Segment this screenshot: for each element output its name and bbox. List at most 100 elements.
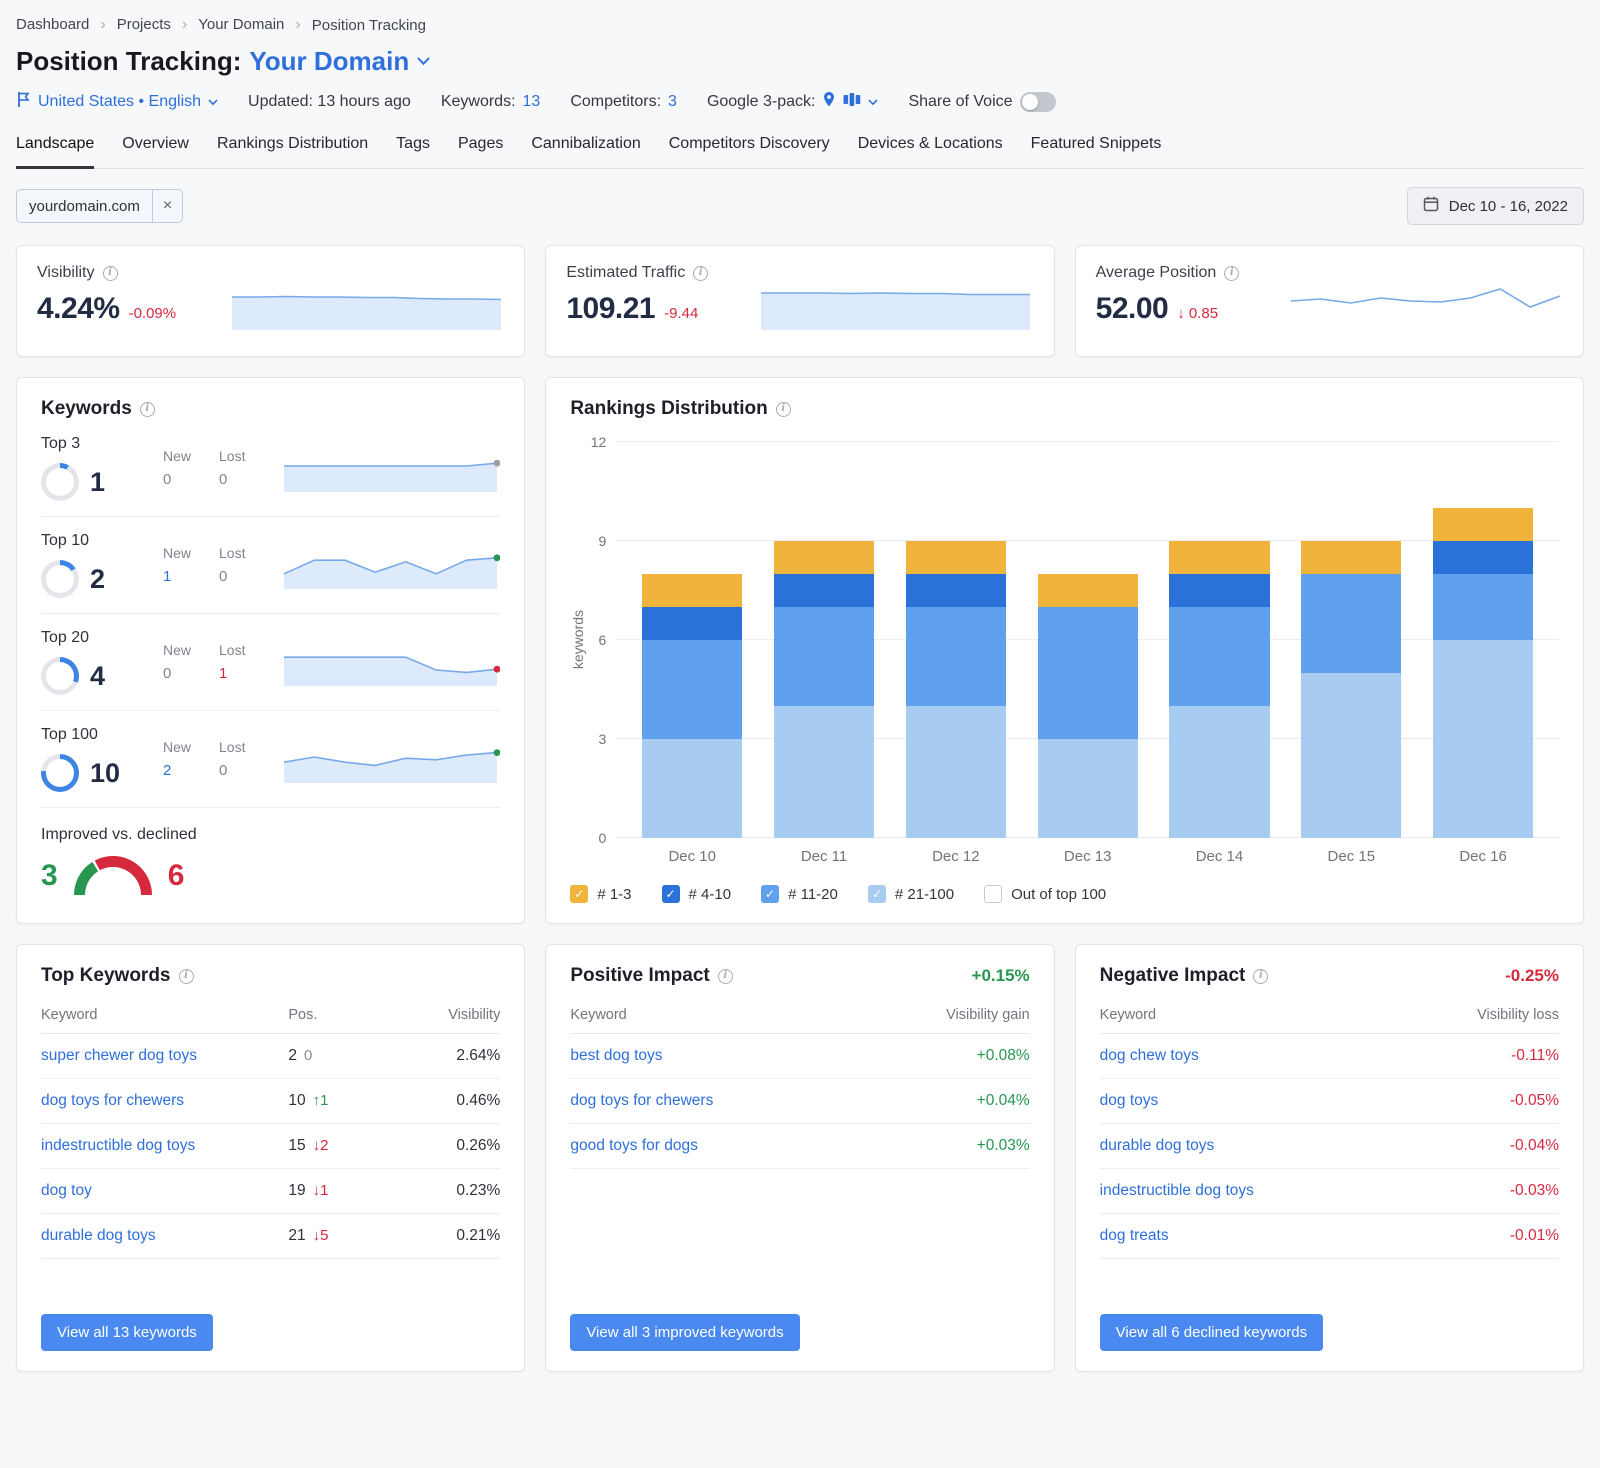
keyword-link[interactable]: dog toys for chewers [41,1092,288,1110]
keyword-link[interactable]: durable dog toys [1100,1137,1215,1155]
tab-landscape[interactable]: Landscape [16,133,94,169]
table-row: good toys for dogs +0.03% [570,1124,1029,1169]
tab-rankings-distribution[interactable]: Rankings Distribution [217,133,368,168]
bar-segment [1169,706,1269,838]
keyword-link[interactable]: dog toy [41,1182,288,1200]
bar-dec-13[interactable] [1022,442,1154,838]
tab-competitors-discovery[interactable]: Competitors Discovery [669,133,830,168]
keyword-link[interactable]: super chewer dog toys [41,1047,288,1065]
tab-featured-snippets[interactable]: Featured Snippets [1031,133,1162,168]
lost-value[interactable]: 1 [219,665,245,682]
keywords-count-link[interactable]: 13 [523,93,541,111]
bucket-label: Top 3 [41,435,163,453]
breadcrumb-projects[interactable]: Projects [117,16,199,34]
keyword-link[interactable]: best dog toys [570,1047,662,1065]
table-row: indestructible dog toys 15↓2 0.26% [41,1124,500,1169]
location-language-selector[interactable]: United States • English [38,93,201,111]
rankings-distribution-title: Rankings Distribution [570,398,767,420]
chevron-down-icon[interactable] [208,93,218,111]
table-row: best dog toys +0.08% [570,1034,1029,1079]
visibility-card: Visibility 4.24% -0.09% [16,245,525,357]
bucket-sparkline [281,735,500,783]
breadcrumb-dashboard[interactable]: Dashboard [16,16,117,34]
keyword-link[interactable]: dog toys for chewers [570,1092,713,1110]
visibility-value: 2.64% [400,1047,500,1065]
position-value: 21 [288,1227,305,1244]
table-header: Keyword Pos. Visibility [41,995,500,1034]
keyword-link[interactable]: good toys for dogs [570,1137,698,1155]
legend-filter-21-100[interactable]: # 21-100 [868,885,954,903]
keyword-link[interactable]: dog chew toys [1100,1047,1199,1065]
close-icon[interactable] [152,190,182,222]
info-icon[interactable] [718,969,733,984]
bucket-sparkline [281,638,500,686]
share-of-voice-label: Share of Voice [908,93,1012,111]
tab-pages[interactable]: Pages [458,133,503,168]
domain-selector[interactable]: Your Domain [249,46,409,77]
info-icon[interactable] [1253,969,1268,984]
y-axis-title: keywords [570,442,588,838]
keyword-link[interactable]: durable dog toys [41,1227,288,1245]
bar-dec-15[interactable] [1285,442,1417,838]
date-range-picker[interactable]: Dec 10 - 16, 2022 [1407,187,1584,225]
average-position-sparkline [1288,272,1563,330]
legend-filter-1-3[interactable]: # 1-3 [570,885,631,903]
positive-impact-total: +0.15% [972,966,1030,986]
legend-label: # 1-3 [597,886,631,903]
domain-filter-chip[interactable]: yourdomain.com [16,189,183,223]
new-label: New [163,739,191,755]
bar-dec-14[interactable] [1154,442,1286,838]
keyword-link[interactable]: indestructible dog toys [41,1137,288,1155]
info-icon[interactable] [776,402,791,417]
bar-dec-12[interactable] [890,442,1022,838]
view-declined-keywords-button[interactable]: View all 6 declined keywords [1100,1314,1324,1351]
x-axis-label: Dec 14 [1154,848,1286,865]
keyword-link[interactable]: dog toys [1100,1092,1159,1110]
bar-segment [1301,673,1401,838]
info-icon[interactable] [103,266,118,281]
info-icon[interactable] [140,402,155,417]
legend-filter-4-10[interactable]: # 4-10 [662,885,732,903]
y-axis-tick: 9 [599,533,607,549]
share-of-voice-toggle[interactable] [1020,92,1056,112]
keyword-link[interactable]: indestructible dog toys [1100,1182,1254,1200]
tab-tags[interactable]: Tags [396,133,430,168]
bar-segment [1301,541,1401,574]
keyword-link[interactable]: dog treats [1100,1227,1169,1245]
view-improved-keywords-button[interactable]: View all 3 improved keywords [570,1314,799,1351]
bar-segment [1169,607,1269,706]
info-icon[interactable] [179,969,194,984]
legend-filter-11-20[interactable]: # 11-20 [761,885,838,903]
view-all-keywords-button[interactable]: View all 13 keywords [41,1314,213,1351]
negative-impact-card: Negative Impact -0.25% Keyword Visibilit… [1075,944,1584,1372]
bar-dec-10[interactable] [626,442,758,838]
bucket-count: 1 [90,467,105,498]
legend-filter-out-of-top-100[interactable]: Out of top 100 [984,885,1106,903]
competitors-count-link[interactable]: 3 [668,93,677,111]
table-row: dog toys for chewers +0.04% [570,1079,1029,1124]
keywords-row-top-3: Top 3 1 New 0 Lost 0 [41,420,500,517]
bar-segment [1433,541,1533,574]
improved-declined-label: Improved vs. declined [41,826,500,844]
estimated-traffic-delta: -9.44 [664,305,698,322]
column-pos: Pos. [288,1007,400,1023]
map-pin-icon[interactable] [822,91,836,113]
checkbox-icon [761,885,779,903]
breadcrumb-your-domain[interactable]: Your Domain [198,16,312,34]
tab-cannibalization[interactable]: Cannibalization [531,133,640,168]
tab-overview[interactable]: Overview [122,133,189,168]
bar-dec-16[interactable] [1417,442,1549,838]
chevron-down-icon[interactable] [417,53,430,71]
lost-value: 0 [219,471,245,488]
bucket-count: 2 [90,564,105,595]
bar-dec-11[interactable] [758,442,890,838]
bar-segment [1038,574,1138,607]
new-value[interactable]: 2 [163,762,191,779]
chevron-down-icon[interactable] [868,93,878,111]
local-pack-icon[interactable] [843,92,861,112]
new-value[interactable]: 1 [163,568,191,585]
info-icon[interactable] [1224,266,1239,281]
bar-segment [906,574,1006,607]
info-icon[interactable] [693,266,708,281]
tab-devices-locations[interactable]: Devices & Locations [858,133,1003,168]
